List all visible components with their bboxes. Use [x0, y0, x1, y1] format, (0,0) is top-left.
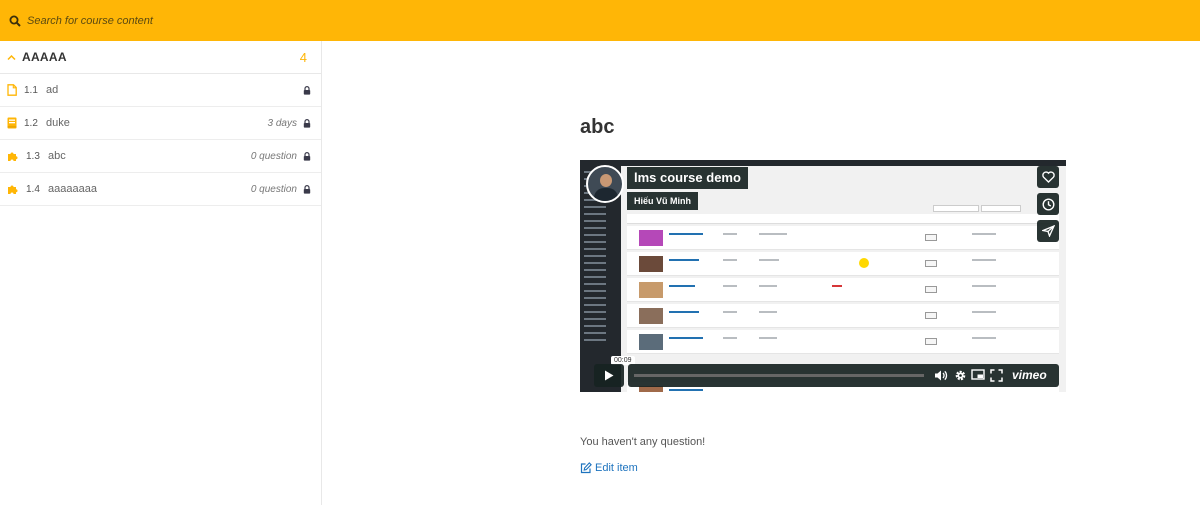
lock-icon: [303, 118, 311, 128]
fullscreen-icon[interactable]: [990, 369, 1003, 382]
puzzle-icon: [7, 183, 19, 195]
play-button[interactable]: [594, 364, 624, 387]
heart-icon: [1041, 171, 1055, 183]
lock-icon: [303, 184, 311, 194]
document-icon: [7, 84, 17, 96]
item-duration: 3 days: [267, 117, 297, 129]
lock-icon: [303, 151, 311, 161]
video-title[interactable]: lms course demo: [627, 167, 748, 189]
watch-later-button[interactable]: [1037, 193, 1059, 215]
video-player[interactable]: lms course demo Hiếu Vũ Minh 00:09 vimeo: [580, 160, 1066, 392]
like-button[interactable]: [1037, 166, 1059, 188]
item-question-count: 0 question: [250, 183, 297, 195]
video-author[interactable]: Hiếu Vũ Minh: [627, 192, 698, 210]
item-number: 1.2: [24, 117, 38, 129]
section-title: AAAAA: [22, 50, 67, 64]
lesson-item[interactable]: 1.2 duke 3 days: [0, 107, 321, 140]
search-icon[interactable]: [9, 15, 21, 27]
item-label: duke: [46, 117, 70, 129]
lock-icon: [303, 85, 311, 95]
item-question-count: 0 question: [250, 150, 297, 162]
page-title: abc: [580, 116, 615, 138]
course-curriculum-sidebar: AAAAA 4 1.1 ad 1.2 duke 3 days 1.3 abc 0…: [0, 41, 322, 505]
no-question-message: You haven't any question!: [580, 436, 706, 448]
lesson-item[interactable]: 1.1 ad: [0, 74, 321, 107]
share-button[interactable]: [1037, 220, 1059, 242]
item-label: ad: [46, 84, 59, 96]
video-controls: vimeo: [594, 364, 1059, 387]
send-icon: [1041, 225, 1055, 237]
picture-in-picture-icon[interactable]: [971, 369, 985, 381]
book-icon: [7, 117, 17, 129]
control-bar: vimeo: [628, 364, 1059, 387]
section-item-count: 4: [299, 49, 307, 65]
play-icon: [604, 370, 614, 381]
quiz-item[interactable]: 1.3 abc 0 question: [0, 140, 321, 173]
quiz-item[interactable]: 1.4 aaaaaaaa 0 question: [0, 173, 321, 206]
section-header[interactable]: AAAAA 4: [0, 41, 321, 74]
progress-track[interactable]: [634, 374, 924, 377]
top-search-bar: [0, 0, 1200, 41]
clock-icon: [1041, 197, 1055, 211]
settings-gear-icon[interactable]: [954, 369, 967, 382]
item-number: 1.4: [26, 183, 40, 195]
puzzle-icon: [7, 150, 19, 162]
edit-item-link[interactable]: Edit item: [580, 462, 638, 474]
vimeo-logo[interactable]: vimeo: [1012, 368, 1047, 382]
item-label: abc: [48, 150, 66, 162]
edit-item-label: Edit item: [595, 462, 638, 474]
item-number: 1.3: [26, 150, 40, 162]
volume-icon[interactable]: [934, 369, 948, 382]
item-number: 1.1: [24, 84, 38, 96]
search-input[interactable]: [27, 14, 327, 27]
author-avatar: [586, 165, 624, 203]
edit-icon: [580, 462, 592, 474]
chevron-up-icon[interactable]: [7, 54, 16, 61]
item-label: aaaaaaaa: [48, 183, 97, 195]
